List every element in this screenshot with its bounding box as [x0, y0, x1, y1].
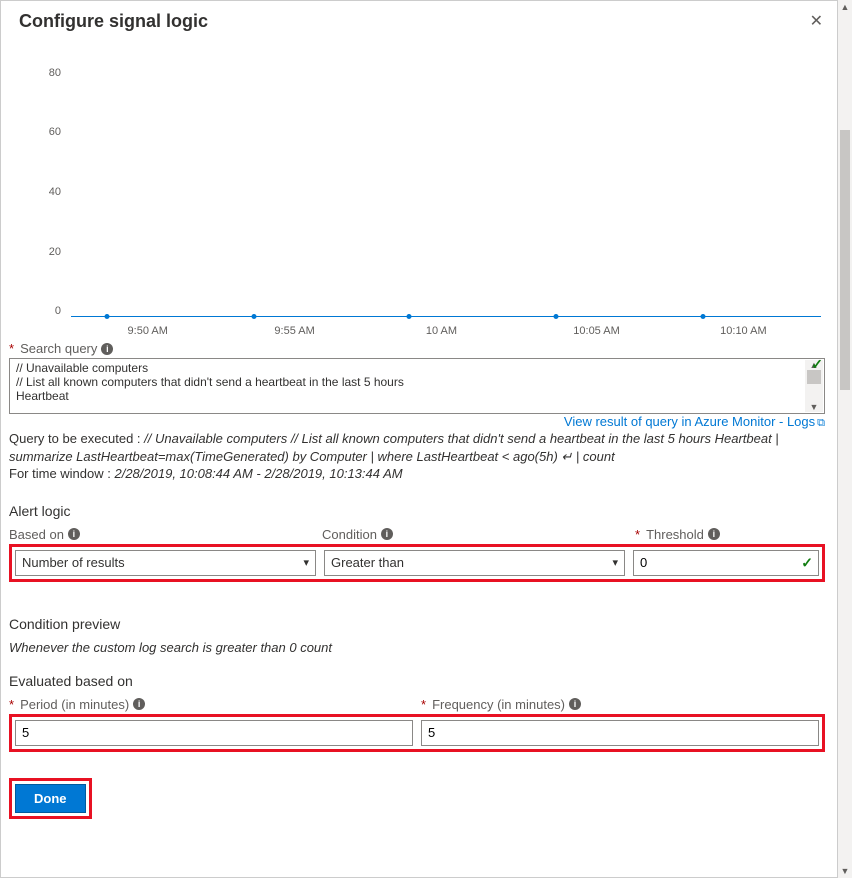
panel-content: 80 60 40 20 0 9:50 AM 9:55 AM 10 AM 10:0…: [1, 43, 837, 877]
check-icon: ✓: [801, 554, 813, 571]
y-tick: 20: [49, 246, 61, 258]
chevron-down-icon: ▾: [612, 556, 618, 569]
panel-scrollbar[interactable]: ▲ ▼: [838, 0, 852, 878]
y-tick: 60: [49, 126, 61, 138]
scroll-thumb[interactable]: [840, 130, 850, 390]
x-tick: 10 AM: [426, 325, 457, 337]
alert-logic-heading: Alert logic: [9, 503, 825, 519]
frequency-label: * Frequency (in minutes) i: [421, 697, 825, 712]
x-tick: 9:55 AM: [274, 325, 314, 337]
based-on-select[interactable]: Number of results ▾: [15, 550, 316, 576]
based-on-label: Based on i: [9, 527, 314, 542]
condition-preview-section: Condition preview Whenever the custom lo…: [5, 616, 829, 655]
evaluated-section: Evaluated based on * Period (in minutes)…: [5, 673, 829, 752]
alert-logic-section: Alert logic Based on i Condition i: [5, 503, 829, 582]
scroll-up-icon[interactable]: ▲: [838, 0, 852, 14]
period-input[interactable]: [15, 720, 413, 746]
threshold-input[interactable]: [633, 550, 819, 576]
search-query-section: * Search query i // Unavailable computer…: [5, 341, 829, 483]
alert-logic-highlight: Number of results ▾ Greater than ▾ ✓: [9, 544, 825, 582]
evaluated-heading: Evaluated based on: [9, 673, 825, 689]
done-button[interactable]: Done: [15, 784, 86, 813]
condition-select[interactable]: Greater than ▾: [324, 550, 625, 576]
chart-series-line: [71, 316, 821, 317]
scroll-down-icon[interactable]: ▼: [805, 402, 823, 412]
search-query-label: * Search query i: [9, 341, 113, 356]
results-chart: 80 60 40 20 0 9:50 AM 9:55 AM 10 AM 10:0…: [9, 43, 825, 341]
view-results-link[interactable]: View result of query in Azure Monitor - …: [9, 414, 825, 430]
done-highlight: Done: [9, 778, 92, 819]
close-icon[interactable]: ✕: [810, 14, 823, 30]
info-icon[interactable]: i: [133, 698, 145, 710]
panel-title: Configure signal logic: [19, 11, 208, 32]
info-icon[interactable]: i: [569, 698, 581, 710]
x-tick: 10:05 AM: [573, 325, 619, 337]
info-icon[interactable]: i: [381, 528, 393, 540]
frequency-input[interactable]: [421, 720, 819, 746]
scroll-down-icon[interactable]: ▼: [838, 864, 852, 878]
y-tick: 80: [49, 67, 61, 79]
info-icon[interactable]: i: [68, 528, 80, 540]
threshold-label: * Threshold i: [635, 527, 825, 542]
info-icon[interactable]: i: [708, 528, 720, 540]
external-link-icon: ⧉: [817, 417, 825, 429]
x-tick: 9:50 AM: [128, 325, 168, 337]
condition-preview-text: Whenever the custom log search is greate…: [9, 640, 825, 655]
chevron-down-icon: ▾: [303, 556, 309, 569]
condition-label: Condition i: [322, 527, 627, 542]
y-tick: 40: [49, 186, 61, 198]
evaluated-highlight: [9, 714, 825, 752]
condition-preview-heading: Condition preview: [9, 616, 825, 632]
x-tick: 10:10 AM: [720, 325, 766, 337]
y-tick: 0: [55, 305, 61, 317]
configure-signal-logic-panel: Configure signal logic ✕ 80 60 40 20 0 9…: [0, 0, 838, 878]
footer: Done: [5, 778, 829, 819]
search-query-input[interactable]: // Unavailable computers // List all kno…: [9, 358, 825, 414]
info-icon[interactable]: i: [101, 343, 113, 355]
time-window: For time window : 2/28/2019, 10:08:44 AM…: [9, 465, 825, 483]
period-label: * Period (in minutes) i: [9, 697, 413, 712]
query-to-execute: Query to be executed : // Unavailable co…: [9, 430, 825, 465]
panel-header: Configure signal logic ✕: [1, 1, 837, 40]
check-icon: ✓: [811, 356, 823, 373]
